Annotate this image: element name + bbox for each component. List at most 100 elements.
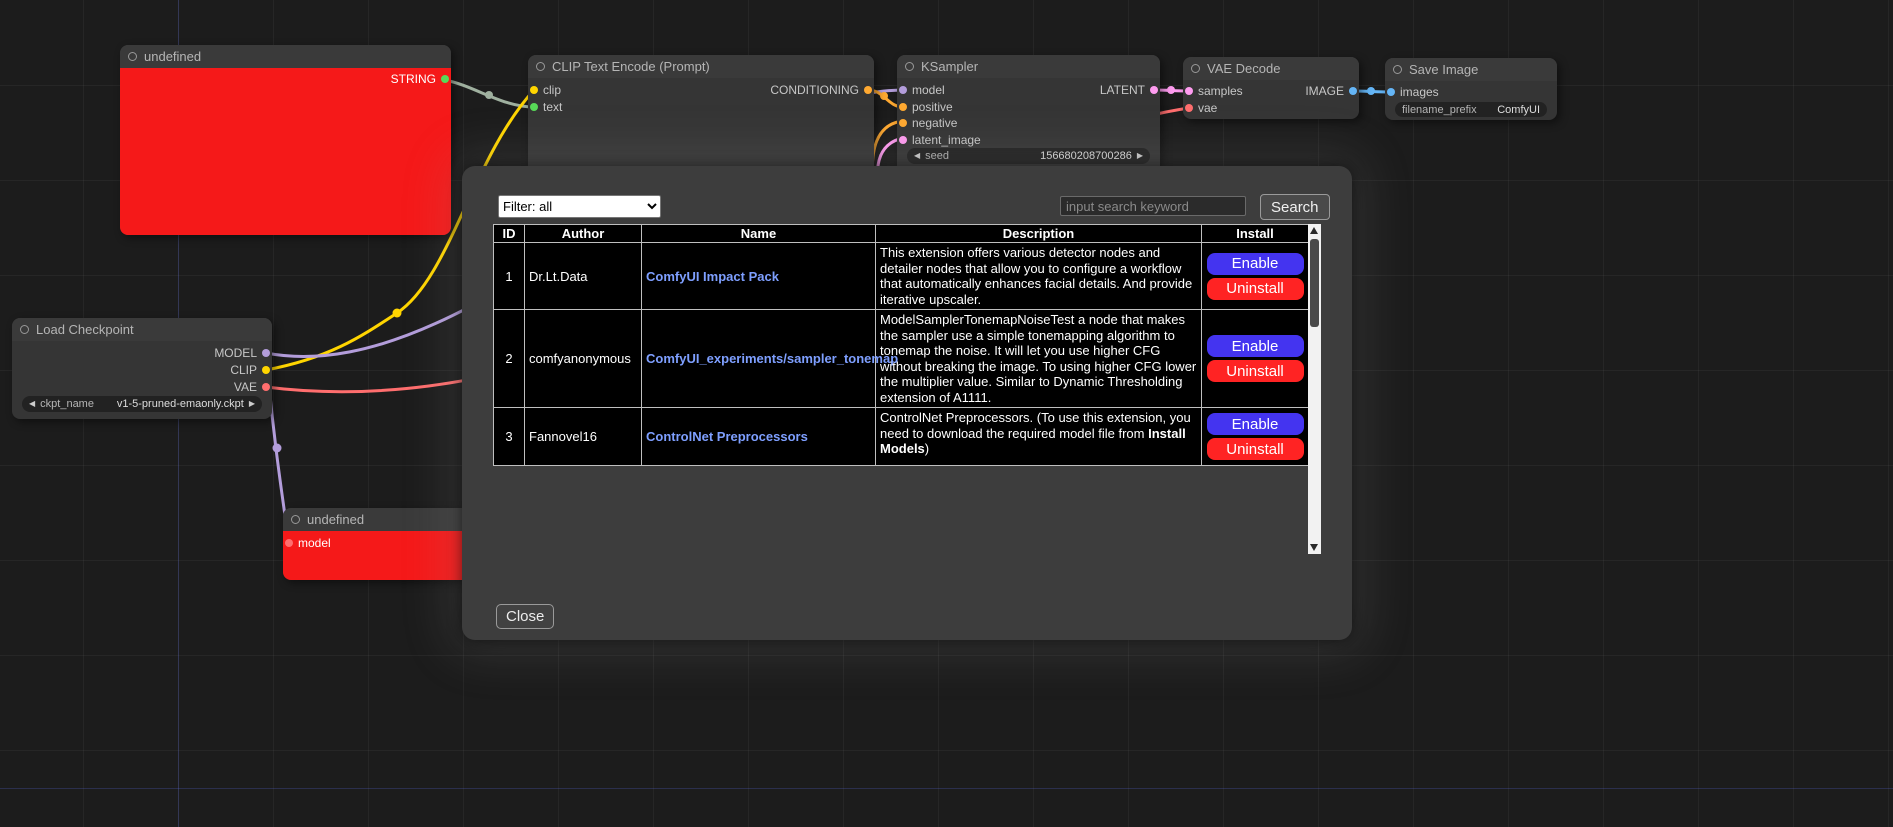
ckpt-name-widget[interactable]: ◀ ckpt_name v1-5-pruned-emaonly.ckpt ▶ (22, 396, 262, 412)
column-header-install: Install (1202, 225, 1309, 243)
extension-link[interactable]: ComfyUI_experiments/sampler_tonemap (646, 351, 898, 366)
input-dot-negative[interactable] (899, 119, 907, 127)
prev-arrow-icon[interactable]: ◀ (29, 396, 35, 412)
output-dot-latent[interactable] (1150, 86, 1158, 94)
node-title-bar[interactable]: Load Checkpoint (12, 318, 272, 341)
cell-name: ControlNet Preprocessors (642, 408, 876, 466)
slot-label: CLIP (230, 363, 257, 377)
collapse-dot-icon[interactable] (536, 62, 545, 71)
enable-button[interactable]: Enable (1207, 253, 1304, 275)
node-ksampler[interactable]: KSampler model positive negative latent_… (897, 55, 1160, 175)
enable-button[interactable]: Enable (1207, 413, 1304, 435)
output-dot-vae[interactable] (262, 383, 270, 391)
collapse-dot-icon[interactable] (1191, 64, 1200, 73)
link-midpoint-dot (273, 444, 282, 453)
collapse-dot-icon[interactable] (905, 62, 914, 71)
enable-button[interactable]: Enable (1207, 335, 1304, 357)
node-title-bar[interactable]: VAE Decode (1183, 57, 1359, 80)
slot-label: VAE (234, 380, 257, 394)
filename-prefix-widget[interactable]: filename_prefix ComfyUI (1395, 102, 1547, 117)
node-canvas[interactable]: undefined STRING CLIP Text Encode (Promp… (0, 0, 1893, 827)
scroll-up-icon[interactable] (1310, 227, 1318, 234)
input-dot-model[interactable] (285, 539, 293, 547)
custom-nodes-dialog: Filter: all Search ID Author Name Descri… (462, 166, 1352, 640)
scroll-down-icon[interactable] (1310, 544, 1318, 551)
slot-label: IMAGE (1305, 84, 1344, 98)
table-scrollbar[interactable] (1308, 224, 1321, 554)
input-dot-images[interactable] (1387, 88, 1395, 96)
input-dot-text[interactable] (530, 103, 538, 111)
uninstall-button[interactable]: Uninstall (1207, 278, 1304, 300)
column-header-id: ID (494, 225, 525, 243)
collapse-dot-icon[interactable] (128, 52, 137, 61)
input-dot-model[interactable] (899, 86, 907, 94)
cell-id: 2 (494, 310, 525, 408)
widget-label: filename_prefix (1402, 104, 1477, 116)
node-title-bar[interactable]: undefined (120, 45, 451, 68)
collapse-dot-icon[interactable] (1393, 65, 1402, 74)
node-title: KSampler (921, 59, 978, 74)
input-dot-vae[interactable] (1185, 104, 1193, 112)
widget-value: 156680208700286 (1040, 150, 1132, 162)
node-title: undefined (307, 512, 364, 527)
output-slot-vae: VAE (234, 381, 270, 393)
collapse-dot-icon[interactable] (291, 515, 300, 524)
input-dot-samples[interactable] (1185, 87, 1193, 95)
next-arrow-icon[interactable]: ▶ (249, 396, 255, 412)
node-save-image[interactable]: Save Image images filename_prefix ComfyU… (1385, 58, 1557, 120)
slot-label: clip (543, 83, 561, 97)
node-title: undefined (144, 49, 201, 64)
output-dot-conditioning[interactable] (864, 86, 872, 94)
node-vae-decode[interactable]: VAE Decode samples vae IMAGE (1183, 57, 1359, 119)
output-dot-image[interactable] (1349, 87, 1357, 95)
output-dot-string[interactable] (441, 75, 449, 83)
output-slot-latent: LATENT (1100, 84, 1158, 96)
collapse-dot-icon[interactable] (20, 325, 29, 334)
node-undefined-top[interactable]: undefined STRING (120, 45, 451, 235)
input-dot-latent-image[interactable] (899, 136, 907, 144)
node-title-bar[interactable]: CLIP Text Encode (Prompt) (528, 55, 874, 78)
decrement-arrow-icon[interactable]: ◀ (914, 148, 920, 164)
widget-value: v1-5-pruned-emaonly.ckpt (117, 398, 244, 410)
output-dot-clip[interactable] (262, 366, 270, 374)
input-slot-clip: clip (530, 84, 561, 96)
increment-arrow-icon[interactable]: ▶ (1137, 148, 1143, 164)
search-button[interactable]: Search (1260, 194, 1330, 220)
input-dot-clip[interactable] (530, 86, 538, 94)
seed-widget[interactable]: ◀ seed 156680208700286 ▶ (907, 148, 1150, 164)
widget-value: ComfyUI (1497, 104, 1540, 116)
uninstall-button[interactable]: Uninstall (1207, 438, 1304, 460)
node-title-bar[interactable]: KSampler (897, 55, 1160, 78)
node-undefined-bottom[interactable]: undefined model (283, 508, 473, 580)
node-title-bar[interactable]: undefined (283, 508, 473, 531)
node-title: Save Image (1409, 62, 1478, 77)
search-input[interactable] (1060, 196, 1246, 216)
input-slot-negative: negative (899, 117, 957, 129)
node-load-checkpoint[interactable]: Load Checkpoint MODEL CLIP VAE ◀ ckpt_na… (12, 318, 272, 419)
slot-label: samples (1198, 84, 1243, 98)
link-midpoint-dot (1367, 87, 1375, 95)
extension-link[interactable]: ComfyUI Impact Pack (646, 269, 779, 284)
output-slot-model: MODEL (214, 347, 270, 359)
node-title: CLIP Text Encode (Prompt) (552, 59, 710, 74)
slot-label: positive (912, 100, 953, 114)
table-row: 3 Fannovel16 ControlNet Preprocessors Co… (494, 408, 1309, 466)
filter-select[interactable]: Filter: all (498, 195, 661, 218)
uninstall-button[interactable]: Uninstall (1207, 360, 1304, 382)
close-button[interactable]: Close (496, 604, 554, 629)
node-error-body (120, 68, 451, 235)
extension-link[interactable]: ControlNet Preprocessors (646, 429, 808, 444)
scrollbar-thumb[interactable] (1310, 239, 1319, 327)
input-dot-positive[interactable] (899, 103, 907, 111)
cell-description: ControlNet Preprocessors. (To use this e… (876, 408, 1202, 466)
output-slot-conditioning: CONDITIONING (770, 84, 872, 96)
table-row: 2 comfyanonymous ComfyUI_experiments/sam… (494, 310, 1309, 408)
cell-description: This extension offers various detector n… (876, 243, 1202, 310)
cell-install: Enable Uninstall (1202, 310, 1309, 408)
slot-label: model (298, 536, 331, 550)
cell-author: Fannovel16 (525, 408, 642, 466)
cell-name: ComfyUI_experiments/sampler_tonemap (642, 310, 876, 408)
node-title-bar[interactable]: Save Image (1385, 58, 1557, 81)
widget-label: seed (925, 150, 949, 162)
output-dot-model[interactable] (262, 349, 270, 357)
